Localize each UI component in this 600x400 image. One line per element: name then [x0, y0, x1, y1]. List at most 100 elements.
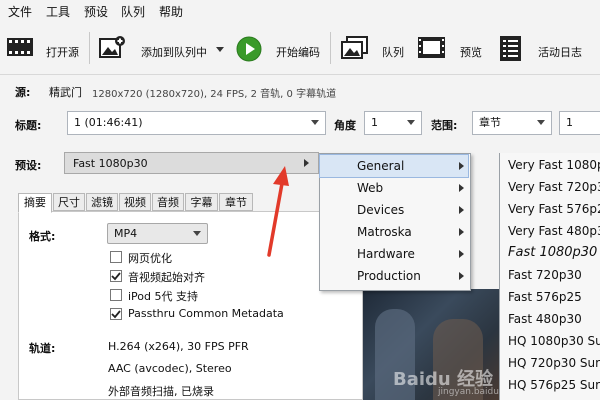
preview-label: 预览: [460, 46, 482, 59]
tab-video[interactable]: 视频: [119, 193, 151, 211]
submenu-item[interactable]: Very Fast 576p2: [508, 202, 600, 216]
preset-label: 预设:: [15, 159, 42, 172]
preview-thumbnail: Baidu 经验 jingyan.baidu.com: [363, 289, 500, 400]
format-value: MP4: [114, 227, 138, 240]
menu-queue[interactable]: 队列: [121, 3, 145, 20]
menu-item-devices[interactable]: Devices: [320, 199, 468, 221]
toolbar-separator: [330, 32, 331, 64]
add-to-queue-label: 添加到队列中: [141, 46, 207, 59]
toolbar: 打开源 添加到队列中 开始编码 队列 预览 活动日志: [0, 22, 600, 75]
activity-log-label: 活动日志: [538, 46, 582, 59]
submenu-item[interactable]: HQ 720p30 Surr: [508, 356, 600, 370]
chevron-right-icon: [304, 159, 309, 167]
source-name: 精武门: [49, 86, 82, 99]
menu-file[interactable]: 文件: [8, 3, 32, 20]
menu-item-matroska[interactable]: Matroska: [320, 221, 468, 243]
chevron-right-icon: [459, 250, 464, 258]
log-icon: [500, 36, 521, 61]
tracks-label: 轨道:: [29, 342, 56, 355]
chevron-right-icon: [459, 272, 464, 280]
preset-category-menu: General Web Devices Matroska Hardware Pr…: [319, 153, 471, 291]
checkbox-label: 音视频起始对齐: [128, 271, 205, 284]
source-info: 1280x720 (1280x720), 24 FPS, 2 音轨, 0 字幕轨…: [92, 89, 337, 100]
annotation-arrow-icon: [267, 166, 289, 257]
format-label: 格式:: [29, 230, 56, 243]
chevron-down-icon: [193, 231, 201, 236]
preset-submenu: Very Fast 1080p Very Fast 720p3 Very Fas…: [499, 153, 600, 400]
submenu-item[interactable]: HQ 576p25 Surr: [508, 378, 600, 392]
start-encode-label: 开始编码: [276, 46, 320, 59]
add-image-icon: [99, 36, 125, 58]
tab-dimensions[interactable]: 尺寸: [53, 193, 85, 211]
chevron-right-icon: [459, 228, 464, 236]
range-start-value: 1: [566, 116, 573, 129]
format-select[interactable]: MP4: [107, 223, 208, 244]
range-type-value: 章节: [479, 116, 501, 129]
menu-item-label: Production: [357, 269, 421, 283]
chevron-down-icon: [407, 120, 415, 125]
play-icon: [236, 36, 262, 62]
toolbar-separator: [89, 32, 90, 64]
chevron-right-icon: [459, 184, 464, 192]
checkbox-box[interactable]: [110, 308, 122, 320]
menu-item-label: Devices: [357, 203, 405, 217]
submenu-item[interactable]: Fast 576p25: [508, 290, 582, 304]
queue-label: 队列: [382, 46, 404, 59]
range-type-select[interactable]: 章节: [472, 111, 552, 135]
tab-filters[interactable]: 滤镜: [86, 193, 118, 211]
menu-item-hardware[interactable]: Hardware: [320, 243, 468, 265]
source-label: 源:: [15, 86, 31, 99]
submenu-item[interactable]: Very Fast 720p3: [508, 180, 600, 194]
menu-item-production[interactable]: Production: [320, 265, 468, 287]
track-audio: AAC (avcodec), Stereo: [108, 362, 232, 375]
submenu-item[interactable]: Fast 480p30: [508, 312, 582, 326]
menubar: 文件 工具 预设 队列 帮助: [0, 0, 600, 22]
range-start-select[interactable]: 1: [559, 111, 600, 135]
submenu-item[interactable]: Very Fast 1080p: [508, 158, 600, 172]
open-source-label: 打开源: [46, 46, 79, 59]
submenu-item[interactable]: Fast 720p30: [508, 268, 582, 282]
track-video: H.264 (x264), 30 FPS PFR: [108, 340, 249, 353]
queue-images-icon: [341, 36, 368, 59]
submenu-item[interactable]: HQ 1080p30 Sur: [508, 334, 600, 348]
angle-value: 1: [371, 116, 378, 129]
menu-item-label: Matroska: [357, 225, 412, 239]
preview-film-icon: [418, 37, 445, 58]
menu-tools[interactable]: 工具: [46, 3, 70, 20]
track-subtitle: 外部音频扫描, 已烧录: [108, 385, 214, 398]
tab-chapters[interactable]: 章节: [219, 193, 253, 211]
add-to-queue-dropdown-icon[interactable]: [216, 47, 224, 52]
checkbox-label: 网页优化: [128, 252, 172, 265]
chevron-right-icon: [459, 206, 464, 214]
title-value: 1 (01:46:41): [74, 116, 143, 129]
menu-presets[interactable]: 预设: [84, 3, 108, 20]
watermark-url: jingyan.baidu.com: [438, 387, 500, 397]
menu-item-web[interactable]: Web: [320, 177, 468, 199]
menu-item-label: Hardware: [357, 247, 415, 261]
angle-select[interactable]: 1: [364, 111, 422, 135]
checkmark-icon: [111, 272, 121, 281]
range-label: 范围:: [431, 119, 458, 132]
chevron-right-icon: [459, 162, 464, 170]
tab-subtitles[interactable]: 字幕: [185, 193, 218, 211]
checkbox-box[interactable]: [110, 270, 122, 282]
tab-summary[interactable]: 摘要: [18, 193, 52, 213]
menu-item-label: General: [357, 159, 405, 173]
film-strip-icon: [7, 38, 33, 56]
angle-label: 角度: [334, 119, 356, 132]
chevron-down-icon: [311, 120, 319, 125]
checkbox-label: Passthru Common Metadata: [128, 307, 284, 320]
checkbox-box[interactable]: [110, 289, 122, 301]
title-label: 标题:: [15, 119, 42, 132]
title-select[interactable]: 1 (01:46:41): [67, 111, 326, 135]
checkbox-box[interactable]: [110, 251, 122, 263]
submenu-item-selected[interactable]: Fast 1080p30: [508, 245, 597, 260]
tab-audio[interactable]: 音频: [152, 193, 184, 211]
menu-item-label: Web: [357, 181, 384, 195]
chevron-down-icon: [537, 120, 545, 125]
menu-item-general[interactable]: General: [319, 154, 469, 178]
submenu-item[interactable]: Very Fast 480p3: [508, 224, 600, 238]
checkbox-label: iPod 5代 支持: [128, 290, 199, 303]
preset-value: Fast 1080p30: [73, 157, 148, 170]
menu-help[interactable]: 帮助: [159, 3, 183, 20]
